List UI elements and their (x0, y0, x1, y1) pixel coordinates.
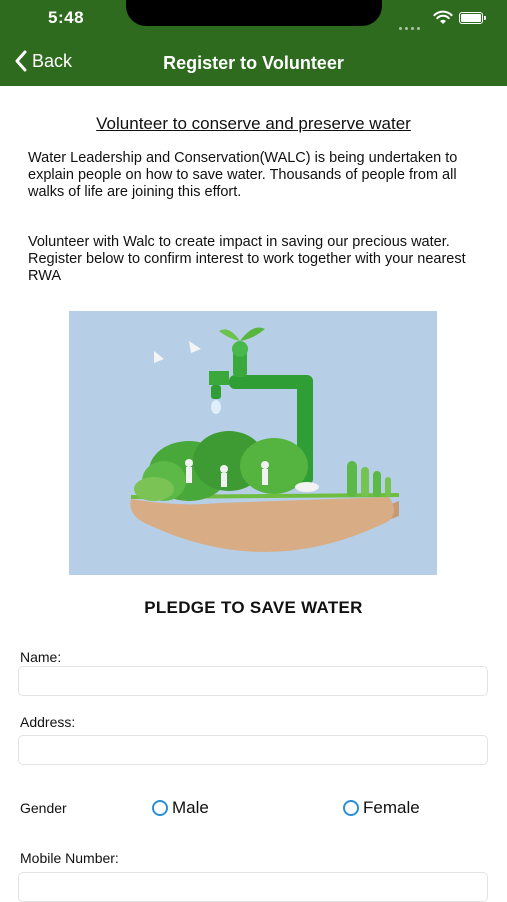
volunteer-paragraph: Volunteer with Walc to create impact in … (28, 234, 466, 284)
mobile-label: Mobile Number: (20, 850, 119, 866)
status-bar: 5:48 (0, 0, 507, 36)
app-header: 5:48 Back Register to Volunteer (0, 0, 507, 86)
battery-icon (459, 12, 486, 24)
gender-label: Gender (20, 800, 67, 816)
wifi-icon (433, 10, 453, 24)
gender-option-female[interactable]: Female (343, 798, 420, 818)
address-field[interactable] (18, 735, 488, 765)
radio-button-icon[interactable] (152, 800, 168, 816)
status-icons (399, 10, 489, 30)
name-field[interactable] (18, 666, 488, 696)
status-time: 5:48 (48, 8, 85, 27)
mobile-field[interactable] (18, 872, 488, 902)
intro-paragraph: Water Leadership and Conservation(WALC) … (28, 150, 458, 200)
nav-bar: Back Register to Volunteer (0, 42, 507, 82)
section-heading: Volunteer to conserve and preserve water (96, 114, 411, 133)
gender-option-label: Male (172, 798, 209, 817)
gender-option-male[interactable]: Male (152, 798, 209, 818)
signal-icon (399, 17, 423, 35)
device-notch (126, 0, 382, 26)
radio-button-icon[interactable] (343, 800, 359, 816)
pledge-title: PLEDGE TO SAVE WATER (144, 598, 363, 617)
address-label: Address: (20, 714, 76, 730)
gender-option-label: Female (363, 798, 420, 817)
save-water-illustration (69, 311, 437, 575)
name-label: Name: (20, 649, 62, 665)
page-title: Register to Volunteer (163, 53, 344, 73)
